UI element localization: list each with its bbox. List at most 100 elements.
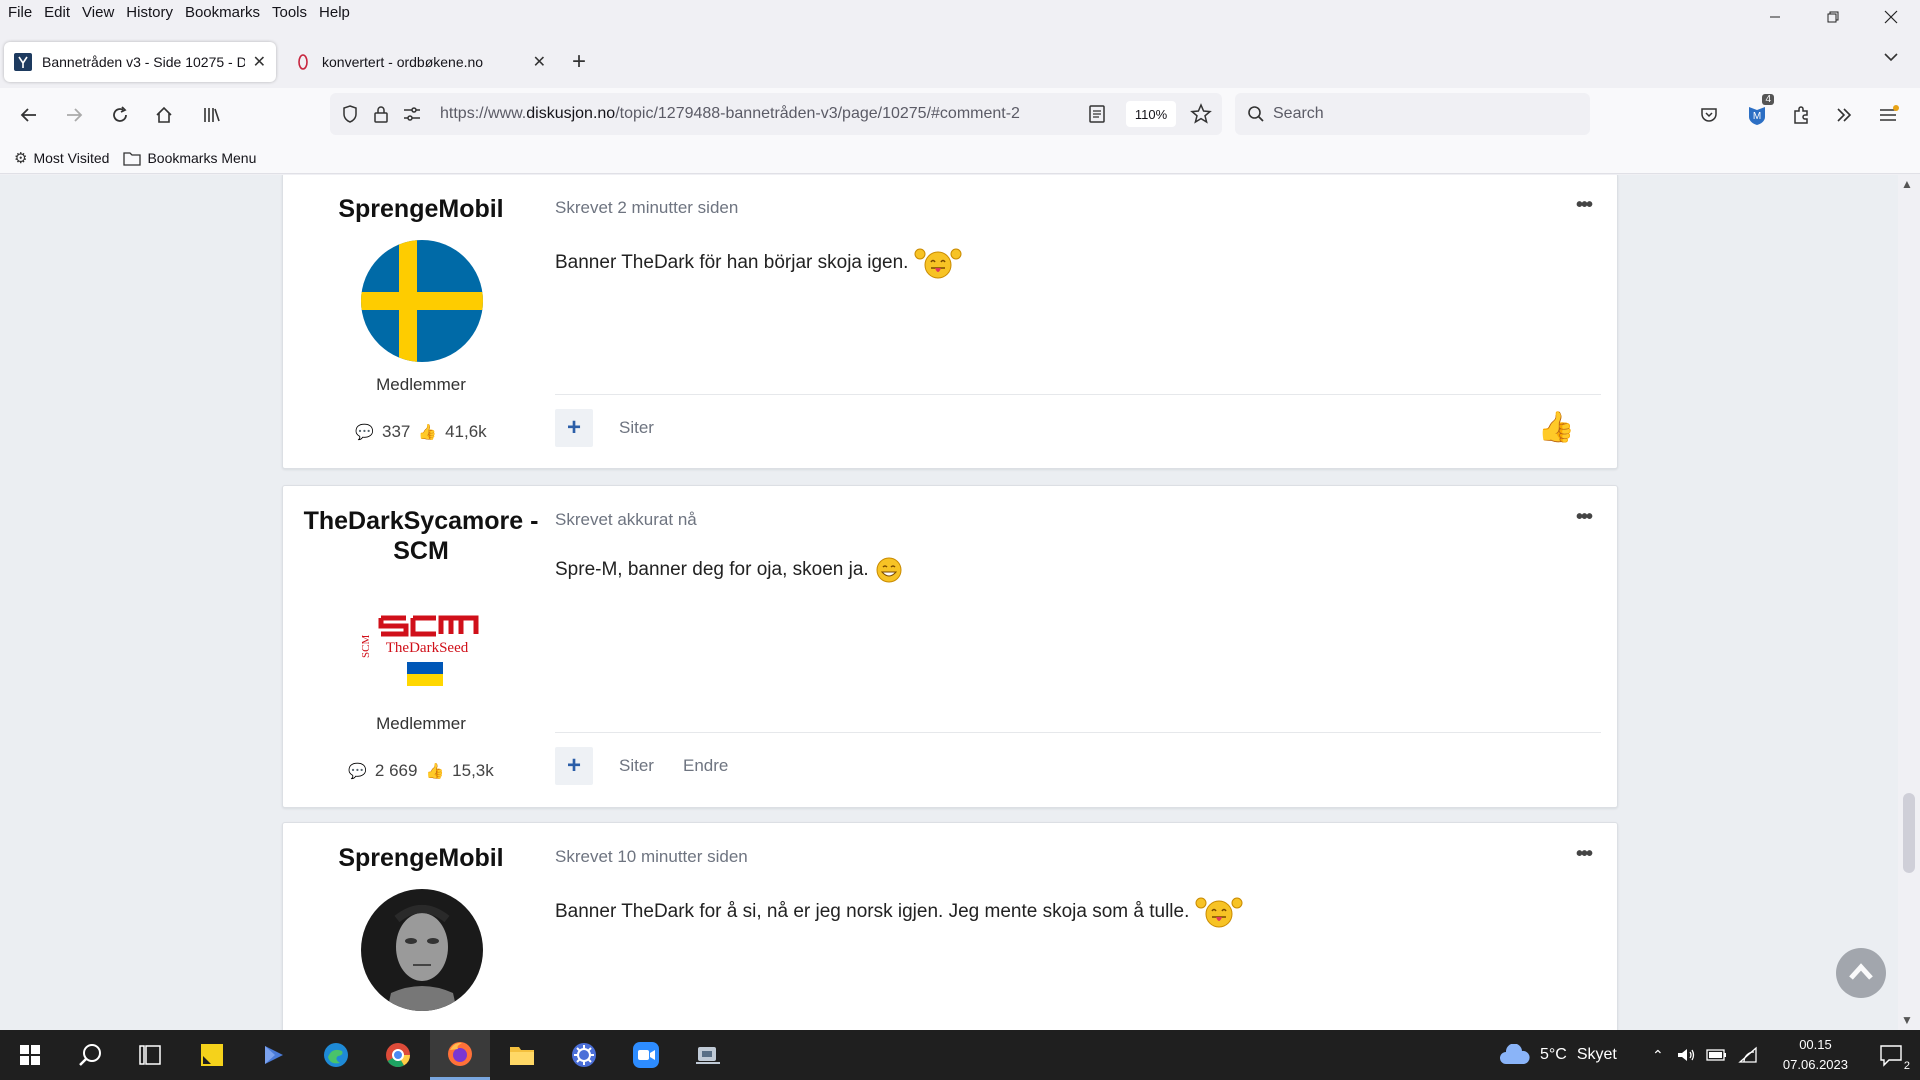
url-bar[interactable]: https://www.diskusjon.no/topic/1279488-b… [330, 93, 1222, 135]
search-icon [1248, 106, 1264, 122]
menu-tools[interactable]: Tools [266, 4, 313, 21]
bookmark-most-visited[interactable]: ⚙ Most Visited [14, 149, 109, 167]
scrollbar-thumb[interactable] [1903, 793, 1915, 873]
folder-icon [510, 1047, 534, 1065]
avatar[interactable]: SCM TheDarkSeed [361, 606, 483, 706]
scroll-down-icon[interactable]: ▼ [1901, 1013, 1913, 1027]
taskbar-app-settings[interactable] [554, 1030, 614, 1080]
bookmark-bookmarks-menu[interactable]: Bookmarks Menu [123, 150, 256, 166]
restore-button[interactable] [1804, 0, 1862, 34]
taskbar-app-power-automate[interactable] [244, 1030, 304, 1080]
notification-center-button[interactable]: 2 [1862, 1030, 1920, 1080]
avatar[interactable] [361, 889, 483, 1011]
post-date[interactable]: Skrevet 2 minutter siden [555, 198, 738, 218]
menu-bookmarks[interactable]: Bookmarks [179, 4, 266, 21]
post-options-button[interactable]: ••• [1576, 194, 1593, 217]
author-name[interactable]: TheDarkSycamore - SCM [283, 506, 559, 566]
tab-close-icon[interactable]: ✕ [253, 52, 266, 72]
scm-logo: SCM TheDarkSeed [361, 615, 479, 686]
task-view-button[interactable] [120, 1030, 180, 1080]
bookmark-label: Most Visited [33, 149, 110, 166]
post-options-button[interactable]: ••• [1576, 506, 1593, 529]
taskbar-zoom[interactable] [616, 1030, 676, 1080]
list-all-tabs-button[interactable] [1882, 48, 1900, 71]
multiquote-button[interactable]: + [555, 409, 593, 447]
minimize-button[interactable] [1746, 0, 1804, 34]
battery-icon[interactable] [1706, 1048, 1728, 1062]
back-to-top-button[interactable] [1836, 948, 1886, 998]
tab-strip: Bannetråden v3 - Side 10275 - Di ✕ konve… [0, 34, 1920, 84]
taskbar-file-explorer[interactable] [492, 1030, 552, 1080]
quote-link[interactable]: Siter [619, 756, 654, 776]
scroll-up-icon[interactable]: ▲ [1901, 177, 1913, 191]
back-button[interactable] [14, 100, 44, 130]
home-icon [156, 106, 172, 123]
taskbar-search-button[interactable] [60, 1030, 120, 1080]
shield-icon[interactable] [340, 104, 360, 124]
tongue-emoji-icon [914, 248, 962, 279]
close-window-button[interactable] [1862, 0, 1920, 34]
author-name[interactable]: SprengeMobil [283, 194, 559, 224]
menu-history[interactable]: History [120, 4, 179, 21]
zoom-camera-icon [633, 1042, 659, 1068]
quote-link[interactable]: Siter [619, 418, 654, 438]
start-button[interactable] [0, 1030, 60, 1080]
lock-icon[interactable] [372, 104, 390, 124]
extensions-button[interactable] [1786, 100, 1816, 130]
taskbar-sticky-notes[interactable] [182, 1030, 242, 1080]
taskbar-clock[interactable]: 00.15 07.06.2023 [1783, 1035, 1848, 1075]
post-body: Spre-M, banner deg for oja, skoen ja. [555, 556, 903, 584]
svg-text:M: M [1753, 111, 1761, 122]
menu-file[interactable]: File [0, 4, 38, 21]
tab-ordbokene[interactable]: konvertert - ordbøkene.no ✕ [284, 42, 556, 82]
speaker-icon[interactable] [1676, 1046, 1696, 1064]
task-view-icon [139, 1045, 161, 1065]
wifi-icon[interactable] [1738, 1046, 1758, 1064]
menu-view[interactable]: View [76, 4, 120, 21]
chevron-up-icon[interactable]: ⌃ [1652, 1047, 1664, 1064]
forward-button[interactable] [59, 100, 89, 130]
edit-link[interactable]: Endre [683, 756, 728, 776]
taskbar-app-misc[interactable] [678, 1030, 738, 1080]
logo-caption: TheDarkSeed [386, 640, 469, 656]
plus-icon: + [572, 48, 587, 75]
thumbs-up-icon: 👍 [418, 424, 438, 441]
post-options-button[interactable]: ••• [1576, 843, 1593, 866]
search-bar[interactable]: Search [1235, 93, 1590, 135]
page-scrollbar[interactable]: ▲ ▼ [1898, 175, 1920, 1030]
zoom-indicator[interactable]: 110% [1126, 101, 1176, 127]
library-button[interactable] [196, 100, 226, 130]
plus-icon: + [566, 414, 581, 441]
weather-widget[interactable]: 5°C Skyet [1498, 1030, 1617, 1080]
forum-post: SprengeMobil Skrevet 10 minutter siden •… [282, 822, 1618, 1030]
menu-help[interactable]: Help [313, 4, 356, 21]
reputation-count: 15,3k [452, 761, 494, 780]
star-icon[interactable] [1190, 103, 1212, 125]
menu-edit[interactable]: Edit [38, 4, 76, 21]
reload-button[interactable] [105, 100, 135, 130]
extension-button[interactable]: M 4 [1742, 94, 1774, 130]
taskbar-firefox[interactable] [430, 1030, 490, 1080]
new-tab-button[interactable]: + [572, 48, 586, 76]
post-text: Spre-M, banner deg for oja, skoen ja. [555, 559, 869, 580]
like-button[interactable]: 👍 [1538, 410, 1575, 445]
thumbs-up-icon: 👍 [425, 763, 445, 780]
arrow-left-icon [20, 108, 36, 122]
app-menu-button[interactable] [1874, 100, 1904, 130]
url-text[interactable]: https://www.diskusjon.no/topic/1279488-b… [440, 105, 1070, 123]
multiquote-button[interactable]: + [555, 747, 593, 785]
post-date[interactable]: Skrevet akkurat nå [555, 510, 697, 530]
taskbar-edge[interactable] [306, 1030, 366, 1080]
pocket-button[interactable] [1694, 100, 1724, 130]
permissions-icon[interactable] [402, 105, 422, 123]
avatar[interactable] [361, 240, 483, 362]
overflow-menu-button[interactable] [1829, 100, 1859, 130]
home-button[interactable] [149, 100, 179, 130]
tab-bannetraden[interactable]: Bannetråden v3 - Side 10275 - Di ✕ [4, 42, 276, 82]
tab-close-icon[interactable]: ✕ [533, 52, 546, 72]
taskbar-chrome[interactable] [368, 1030, 428, 1080]
author-name[interactable]: SprengeMobil [283, 843, 559, 873]
reader-view-icon[interactable] [1088, 104, 1106, 124]
post-date[interactable]: Skrevet 10 minutter siden [555, 847, 748, 867]
grin-emoji-icon [876, 557, 902, 583]
